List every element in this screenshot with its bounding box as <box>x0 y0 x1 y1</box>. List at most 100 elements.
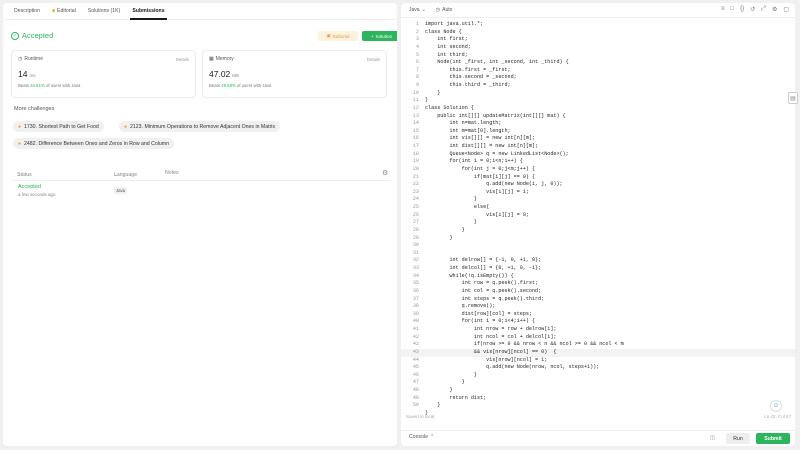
line-number: 43 <box>412 348 419 355</box>
code-line[interactable]: 43 && vis[nrow][ncol] == 0) { <box>401 348 795 357</box>
code-line[interactable]: 35 int row = q.peek().first; <box>401 280 795 288</box>
code-line[interactable]: 27 } <box>401 219 795 227</box>
code-line[interactable]: 42 int ncol = col + delcol[i]; <box>401 334 795 342</box>
line-number: 13 <box>412 112 419 119</box>
chat-icon[interactable]: ☺ <box>770 400 782 412</box>
code-line[interactable]: 10 } <box>401 90 795 98</box>
code-line[interactable]: 29 } <box>401 235 795 243</box>
code-line[interactable]: 26 vis[i][j] = 0; <box>401 212 795 220</box>
code-line[interactable]: 14 int n=mat.length; <box>401 120 795 128</box>
code-line[interactable]: 4 int second; <box>401 44 795 52</box>
code-line[interactable]: } <box>401 410 795 418</box>
code-text: q.add(new Node(i, j, 0)); <box>425 181 563 188</box>
code-line[interactable]: 23 vis[i][j] = 1; <box>401 189 795 197</box>
code-text: this.third = _third; <box>425 82 511 88</box>
code-line[interactable]: 2 class Node { <box>401 29 795 37</box>
code-line[interactable]: 45 q.add(new Node(nrow, ncol, steps+1)); <box>401 364 795 372</box>
bookmark-icon[interactable]: □ <box>730 6 734 13</box>
code-line[interactable]: 46 } <box>401 372 795 380</box>
tab-editorial[interactable]: ■ Editorial <box>46 3 82 20</box>
code-text: int ncol = col + delcol[i]; <box>425 333 557 340</box>
notes-icon[interactable]: ▤ <box>788 92 798 104</box>
code-line[interactable]: 47 } <box>401 379 795 387</box>
code-line[interactable]: 49 return dist; <box>401 395 795 403</box>
line-number: 5 <box>415 51 419 58</box>
tab-solutions-label: Solutions (1K) <box>87 8 121 14</box>
submission-status[interactable]: Accepted <box>18 184 41 190</box>
code-line[interactable]: 21 if(mat[i][j] == 0) { <box>401 174 795 182</box>
autocomplete-toggle[interactable]: ◷ Auto <box>436 7 453 13</box>
runtime-card[interactable]: ◷ Runtime Details 14 ms Beats 64.81% of u… <box>11 50 196 98</box>
line-number: 31 <box>412 249 419 256</box>
editorial-button[interactable]: ▣ Editorial <box>318 31 358 41</box>
gear-icon[interactable]: ⚙ <box>382 169 388 177</box>
console-button[interactable]: Console ⌃ <box>409 434 434 440</box>
language-select[interactable]: Java ⌄ <box>409 7 426 13</box>
format-icon[interactable]: ≡ <box>721 6 725 13</box>
code-line[interactable]: 41 int nrow = row + delrow[i]; <box>401 326 795 334</box>
code-line[interactable]: 34 while(!q.isEmpty()) { <box>401 273 795 281</box>
challenge-chip[interactable]: ● 2482. Difference Between Ones and Zero… <box>13 138 174 149</box>
chip-icon: ▦ <box>209 56 214 62</box>
fullscreen-icon[interactable]: ▢ <box>783 6 789 13</box>
memory-details-link[interactable]: Details <box>367 57 380 62</box>
code-line[interactable]: 50 } <box>401 402 795 410</box>
code-line[interactable]: 16 int vis[][] = new int[n][m]; <box>401 135 795 143</box>
code-editor[interactable]: 1 import java.util.*; 2 class Node {3 int f… <box>401 21 795 416</box>
split-icon[interactable]: ◫ <box>710 435 715 441</box>
line-number: 11 <box>412 97 419 104</box>
code-line[interactable]: 3 int first; <box>401 36 795 44</box>
reset-icon[interactable]: ↺ <box>750 6 755 13</box>
challenge-chip[interactable]: ● 1730. Shortest Path to Get Food <box>13 121 104 132</box>
tab-description[interactable]: Description <box>8 3 46 20</box>
code-line[interactable]: 9 this.third = _third; <box>401 82 795 90</box>
code-line[interactable]: 31 <box>401 250 795 258</box>
code-line[interactable]: 7 this.first = _first; <box>401 67 795 75</box>
tab-solutions[interactable]: Solutions (1K) <box>82 3 127 20</box>
code-line[interactable]: 11} <box>401 97 795 105</box>
code-line[interactable]: 12 class Solution { <box>401 105 795 113</box>
code-line[interactable]: 24 } <box>401 196 795 204</box>
braces-icon[interactable]: {} <box>740 6 744 13</box>
code-line[interactable]: 30 <box>401 242 795 250</box>
run-button[interactable]: Run <box>726 433 750 444</box>
code-line[interactable]: 37 int steps = q.peek().third; <box>401 296 795 304</box>
code-line[interactable]: 22 q.add(new Node(i, j, 0)); <box>401 181 795 189</box>
code-line[interactable]: 18 Queue<Node> q = new LinkedList<Node>(… <box>401 151 795 159</box>
check-circle-icon: ✓ <box>11 31 19 40</box>
code-line[interactable]: 44 vis[nrow][ncol] = 1; <box>401 357 795 365</box>
code-line[interactable]: 33 int delcol[] = {0, +1, 0, -1}; <box>401 265 795 273</box>
code-line[interactable]: 8 this.second = _second; <box>401 74 795 82</box>
line-number: 4 <box>415 43 419 50</box>
runtime-details-link[interactable]: Details <box>176 57 189 62</box>
code-line[interactable]: 32 int delrow[] = {-1, 0, +1, 0}; <box>401 257 795 265</box>
code-line[interactable]: 13 public int[][] updateMatrix(int[][] m… <box>401 113 795 121</box>
line-number: 7 <box>415 66 419 73</box>
code-line[interactable]: 19 for(int i = 0;i<n;i++) { <box>401 158 795 166</box>
code-line[interactable]: 1 import java.util.*; <box>401 21 795 29</box>
code-line[interactable]: 17 int dist[][] = new int[n][m]; <box>401 143 795 151</box>
challenge-chip[interactable]: ● 2123. Minimum Operations to Remove Adj… <box>119 121 281 132</box>
code-line[interactable]: 15 int m=mat[0].length; <box>401 128 795 136</box>
code-line[interactable]: 39 dist[row][col] = steps; <box>401 311 795 319</box>
settings-icon[interactable]: ⚙ <box>772 6 777 13</box>
line-number: 46 <box>412 371 419 378</box>
code-line[interactable]: 25 else{ <box>401 204 795 212</box>
code-line[interactable]: 20 for(int j = 0;j<m;j++) { <box>401 166 795 174</box>
code-line[interactable]: 36 int col = q.peek().second; <box>401 288 795 296</box>
tab-submissions[interactable]: Submissions <box>126 3 170 20</box>
code-line[interactable]: 6 Node(int _first, int _second, int _thi… <box>401 59 795 67</box>
memory-card[interactable]: ▦ Memory Details 47.02 MB Beats 49.58% of… <box>202 50 387 98</box>
code-line[interactable]: 48 } <box>401 387 795 395</box>
code-line[interactable]: 5 int third; <box>401 52 795 60</box>
tab-description-label: Description <box>14 8 40 14</box>
code-text: } <box>425 379 465 386</box>
code-line[interactable]: 28 } <box>401 227 795 235</box>
code-line[interactable]: 38 q.remove(); <box>401 303 795 311</box>
divider <box>11 180 391 181</box>
submit-button[interactable]: Submit <box>756 433 790 444</box>
code-line[interactable]: 42 if(nrow >= 0 && nrow < n && ncol >= 0… <box>401 341 795 349</box>
code-line[interactable]: 40 for(int i = 0;i<4;i++) { <box>401 318 795 326</box>
solution-button[interactable]: + Solution <box>362 31 397 41</box>
expand-icon[interactable]: ⤢ <box>761 6 766 13</box>
